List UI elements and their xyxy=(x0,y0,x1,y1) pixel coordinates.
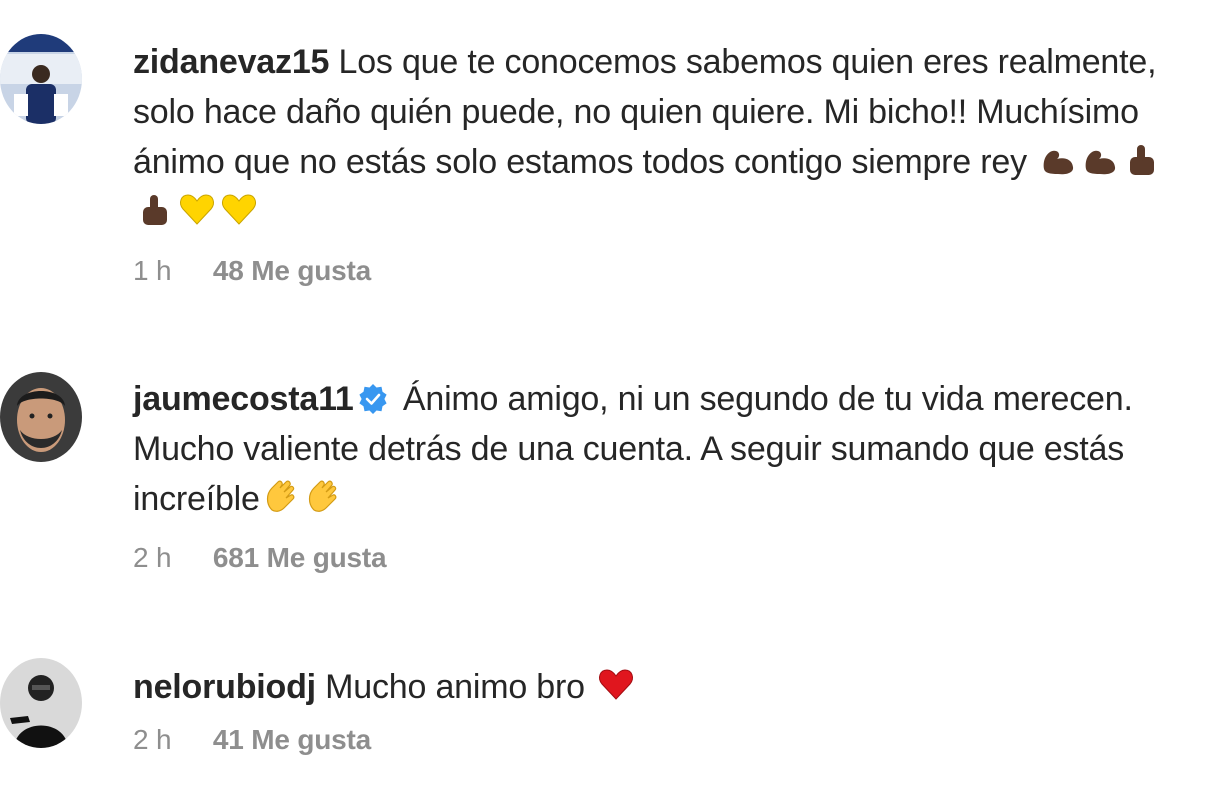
yellow-heart-icon xyxy=(177,189,217,229)
comment-time[interactable]: 1 h xyxy=(133,255,172,287)
comment-likes[interactable]: 681 Me gusta xyxy=(213,542,387,574)
comment-text: zidanevaz15 Los que te conocemos sabemos… xyxy=(133,37,1193,237)
avatar[interactable] xyxy=(0,658,82,748)
comment-meta: 2 h 41 Me gusta xyxy=(133,724,1193,756)
avatar[interactable] xyxy=(0,34,82,124)
red-heart-icon xyxy=(596,664,636,704)
comment-username[interactable]: zidanevaz15 xyxy=(133,43,329,81)
avatar[interactable] xyxy=(0,372,82,462)
comment-time[interactable]: 2 h xyxy=(133,724,172,756)
yellow-heart-icon xyxy=(219,189,259,229)
comment-meta: 2 h 681 Me gusta xyxy=(133,542,1193,574)
comment-time[interactable]: 2 h xyxy=(133,542,172,574)
flexed-biceps-icon xyxy=(1038,139,1078,179)
comment-text: nelorubiodj Mucho animo bro xyxy=(133,662,1193,712)
clapping-hands-icon xyxy=(262,476,302,516)
avatar-image xyxy=(0,34,82,124)
comment-username[interactable]: jaumecosta11 xyxy=(133,380,354,418)
thumbs-icon xyxy=(1122,139,1162,179)
flexed-biceps-icon xyxy=(1080,139,1120,179)
clapping-hands-icon xyxy=(304,476,344,516)
comment-text: jaumecosta11 Ánimo amigo, ni un segundo … xyxy=(133,374,1193,524)
verified-badge-icon xyxy=(358,384,388,414)
comment-likes[interactable]: 48 Me gusta xyxy=(213,255,371,287)
avatar-image xyxy=(0,658,82,748)
thumbs-icon xyxy=(135,189,175,229)
comment-meta: 1 h 48 Me gusta xyxy=(133,255,1193,287)
comment-username[interactable]: nelorubiodj xyxy=(133,668,316,706)
avatar-image xyxy=(0,372,82,462)
comment-likes[interactable]: 41 Me gusta xyxy=(213,724,371,756)
comment-message: Mucho animo bro xyxy=(325,668,585,706)
